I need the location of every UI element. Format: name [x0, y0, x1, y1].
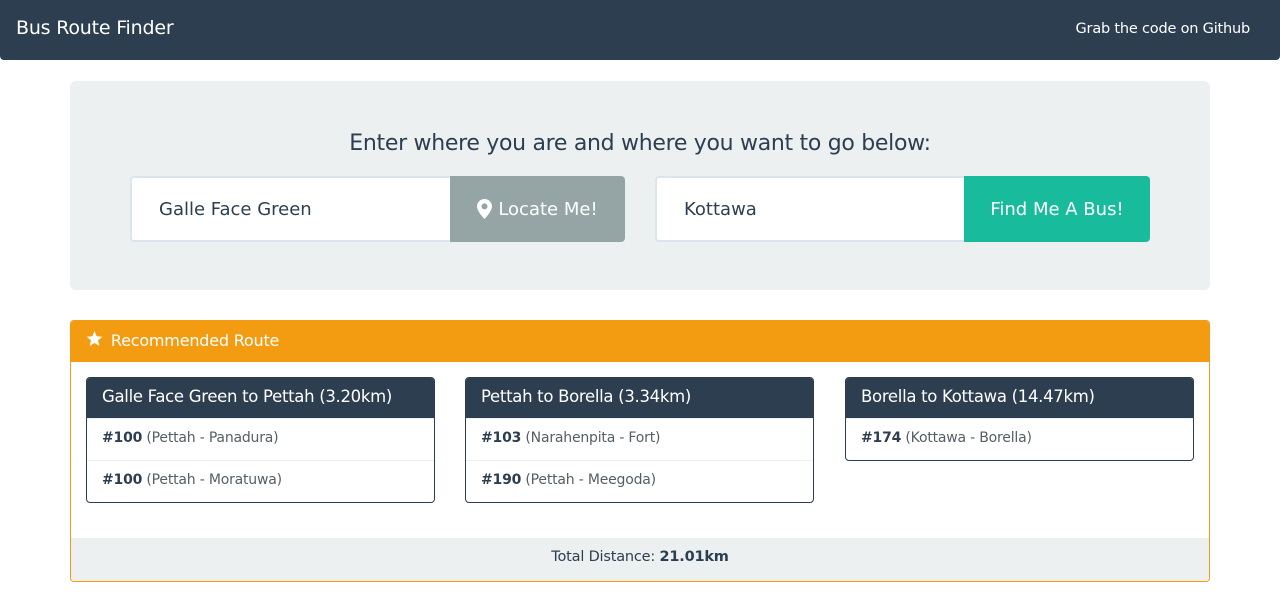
panel-footer: Total Distance: 21.01km	[71, 538, 1209, 581]
search-jumbotron: Enter where you are and where you want t…	[70, 81, 1210, 290]
total-distance-label: Total Distance:	[551, 549, 656, 565]
to-location-input[interactable]	[655, 176, 965, 242]
route-leg: Pettah to Borella (3.34km) #103 (Narahen…	[465, 377, 814, 503]
bus-number: #174	[861, 430, 902, 446]
find-bus-label: Find Me A Bus!	[990, 198, 1124, 220]
panel-heading-label: Recommended Route	[110, 331, 280, 350]
bus-item[interactable]: #174 (Kottawa - Borella)	[846, 418, 1193, 460]
bus-item[interactable]: #103 (Narahenpita - Fort)	[466, 418, 813, 460]
bus-route: (Pettah - Moratuwa)	[146, 472, 282, 488]
from-location-input[interactable]	[130, 176, 450, 242]
total-distance-value: 21.01km	[659, 549, 729, 565]
github-link[interactable]: Grab the code on Github	[1076, 21, 1251, 37]
find-bus-button[interactable]: Find Me A Bus!	[964, 176, 1150, 242]
bus-number: #100	[102, 472, 143, 488]
route-leg: Borella to Kottawa (14.47km) #174 (Kotta…	[845, 377, 1194, 461]
search-heading: Enter where you are and where you want t…	[349, 131, 931, 156]
leg-title: Pettah to Borella (3.34km)	[466, 378, 813, 418]
recommended-route-panel: Recommended Route Galle Face Green to Pe…	[70, 320, 1210, 582]
star-icon	[86, 331, 103, 347]
navbar: Bus Route Finder Grab the code on Github	[0, 0, 1280, 60]
bus-route: (Narahenpita - Fort)	[525, 430, 661, 446]
bus-number: #103	[481, 430, 522, 446]
bus-item[interactable]: #190 (Pettah - Meegoda)	[466, 460, 813, 502]
bus-route: (Kottawa - Borella)	[905, 430, 1032, 446]
bus-route: (Pettah - Meegoda)	[525, 472, 656, 488]
bus-item[interactable]: #100 (Pettah - Panadura)	[87, 418, 434, 460]
map-marker-icon	[477, 199, 493, 219]
bus-route: (Pettah - Panadura)	[146, 430, 279, 446]
brand-title[interactable]: Bus Route Finder	[16, 17, 174, 39]
leg-title: Galle Face Green to Pettah (3.20km)	[87, 378, 434, 418]
bus-number: #100	[102, 430, 143, 446]
route-leg: Galle Face Green to Pettah (3.20km) #100…	[86, 377, 435, 503]
locate-me-button[interactable]: Locate Me!	[450, 176, 625, 242]
locate-me-label: Locate Me!	[498, 198, 598, 220]
bus-item[interactable]: #100 (Pettah - Moratuwa)	[87, 460, 434, 502]
bus-number: #190	[481, 472, 522, 488]
leg-title: Borella to Kottawa (14.47km)	[846, 378, 1193, 418]
panel-heading: Recommended Route	[71, 321, 1209, 362]
